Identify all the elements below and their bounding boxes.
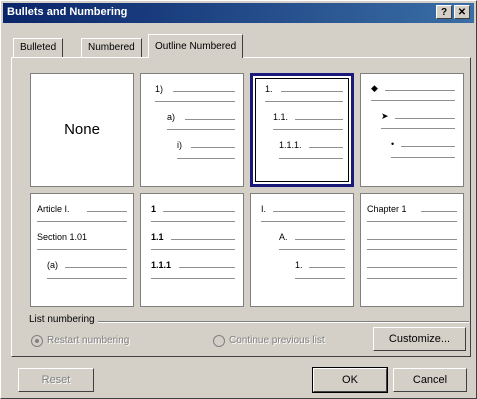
ok-button[interactable]: OK	[312, 367, 388, 393]
list-numbering-label: List numbering	[29, 314, 98, 325]
tab-bulleted[interactable]: Bulleted	[13, 38, 64, 58]
customize-button[interactable]: Customize...	[373, 327, 466, 351]
outline-style-decimal[interactable]: 1 1.1 1.1.1	[140, 193, 244, 307]
level2-label: A.	[279, 232, 288, 242]
diamond-bullet-icon: ◆	[371, 83, 378, 93]
close-button[interactable]: ✕	[454, 5, 470, 19]
cancel-button[interactable]: Cancel	[393, 368, 467, 392]
level1-label: Article I.	[37, 204, 70, 214]
restart-numbering-radio[interactable]	[31, 335, 43, 347]
arrow-bullet-icon: ➤	[381, 111, 389, 121]
restart-numbering-label: Restart numbering	[47, 335, 130, 346]
level1-label: 1)	[155, 84, 164, 94]
bullets-and-numbering-dialog: Bullets and Numbering ? ✕ Bulleted Numbe…	[0, 0, 477, 399]
level2-label: 1.1.	[273, 112, 289, 122]
title-bar[interactable]: Bullets and Numbering ? ✕	[3, 3, 474, 23]
level3-label: (a)	[47, 260, 58, 270]
level1-label: Chapter 1	[367, 204, 407, 214]
continue-previous-list-label: Continue previous list	[229, 335, 325, 346]
outline-style-none[interactable]: None	[30, 73, 134, 187]
none-label: None	[64, 121, 100, 138]
outline-style-roman[interactable]: I. A. 1.	[250, 193, 354, 307]
level3-label: 1.1.1.	[279, 140, 302, 150]
outline-style-legal[interactable]: 1. 1.1. 1.1.1.	[250, 73, 354, 187]
level1-label: 1.	[265, 84, 273, 94]
tab-numbered[interactable]: Numbered	[81, 38, 142, 58]
level3-label: 1.	[295, 260, 303, 270]
tab-outline-numbered[interactable]: Outline Numbered	[148, 34, 244, 58]
window-title: Bullets and Numbering	[7, 6, 128, 18]
level1-label: 1	[151, 204, 157, 214]
level3-label: 1.1.1	[151, 260, 172, 270]
outline-style-article[interactable]: Article I. Section 1.01 (a)	[30, 193, 134, 307]
outline-style-parenthesis[interactable]: 1) a) i)	[140, 73, 244, 187]
level3-label: i)	[177, 140, 182, 150]
dot-bullet-icon: •	[391, 139, 395, 149]
outline-style-bullets[interactable]: ◆ ➤ •	[360, 73, 464, 187]
help-button[interactable]: ?	[436, 5, 452, 19]
outline-style-chapter[interactable]: Chapter 1	[360, 193, 464, 307]
level1-label: I.	[261, 204, 267, 214]
reset-button[interactable]: Reset	[18, 368, 94, 392]
level2-label: Section 1.01	[37, 232, 88, 242]
continue-previous-list-radio[interactable]	[213, 335, 225, 347]
level2-label: 1.1	[151, 232, 164, 242]
level2-label: a)	[167, 112, 176, 122]
